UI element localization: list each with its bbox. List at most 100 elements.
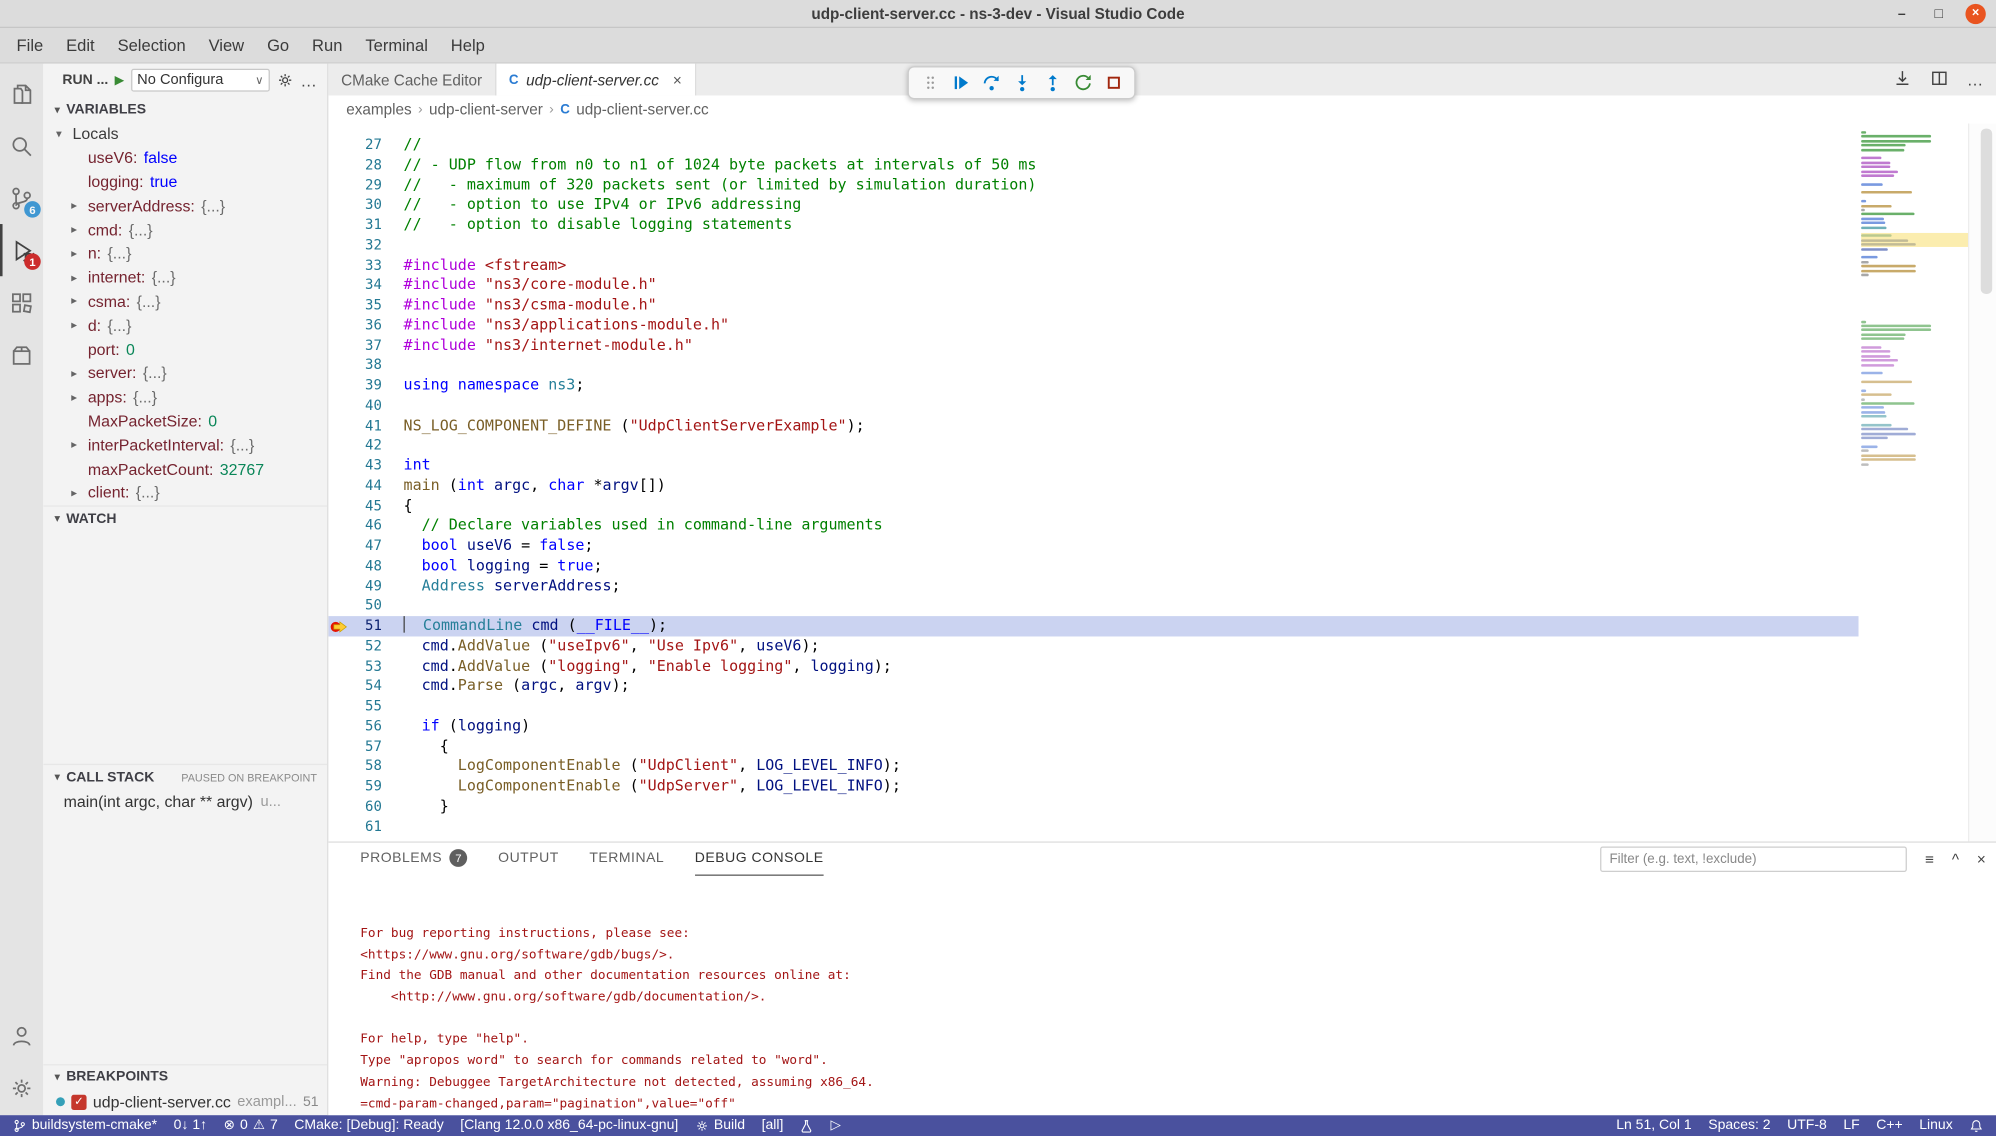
gutter-glyph[interactable] (328, 175, 351, 195)
code-line[interactable]: 52 cmd.AddValue ("useIpv6", "Use Ipv6", … (328, 636, 1858, 656)
gutter-glyph[interactable] (328, 155, 351, 175)
step-over-button[interactable] (978, 69, 1005, 96)
minimize-button[interactable]: – (1892, 4, 1912, 24)
close-panel-icon[interactable]: × (1977, 850, 1986, 868)
drag-handle-icon[interactable] (917, 69, 944, 96)
menu-edit[interactable]: Edit (55, 32, 106, 59)
breadcrumb-item[interactable]: udp-client-server.cc (576, 101, 708, 119)
code-line[interactable]: 59 LogComponentEnable ("UdpServer", LOG_… (328, 777, 1858, 797)
breadcrumb[interactable]: examples › udp-client-server › C udp-cli… (328, 95, 1996, 123)
breakpoint-row[interactable]: ✓ udp-client-server.cc exampl... 51 (43, 1089, 327, 1114)
gutter-glyph[interactable] (328, 396, 351, 416)
gutter-glyph[interactable] (328, 736, 351, 756)
variable-row[interactable]: useV6:false (43, 146, 327, 170)
tab-output[interactable]: OUTPUT (498, 842, 559, 875)
settings-gear-icon[interactable] (0, 1062, 43, 1114)
step-into-button[interactable] (1008, 69, 1035, 96)
start-debug-icon[interactable]: ▶ (115, 73, 125, 87)
call-stack-section-header[interactable]: ▾ CALL STACK PAUSED ON BREAKPOINT (43, 764, 327, 789)
maximize-panel-icon[interactable]: ^ (1952, 850, 1959, 868)
gutter-glyph[interactable] (328, 636, 351, 656)
minimap[interactable] (1861, 131, 1968, 841)
variable-row[interactable]: ▸csma:{...} (43, 290, 327, 314)
menu-go[interactable]: Go (256, 32, 301, 59)
code-line[interactable]: 42 (328, 436, 1858, 456)
tab-terminal[interactable]: TERMINAL (589, 842, 664, 875)
code-line[interactable]: 40 (328, 396, 1858, 416)
menu-run[interactable]: Run (301, 32, 354, 59)
close-tab-icon[interactable]: × (673, 71, 682, 89)
code-line[interactable]: 49 Address serverAddress; (328, 576, 1858, 596)
gutter-glyph[interactable] (328, 215, 351, 235)
cmake-target-status[interactable]: [all] (762, 1118, 784, 1133)
current-line-breakpoint-icon[interactable] (328, 616, 351, 636)
gutter-glyph[interactable] (328, 376, 351, 396)
continue-button[interactable] (947, 69, 974, 96)
breakpoints-section-header[interactable]: ▾ BREAKPOINTS (43, 1064, 327, 1089)
code-line[interactable]: 37#include "ns3/internet-module.h" (328, 335, 1858, 355)
variable-row[interactable]: ▸d:{...} (43, 314, 327, 338)
eol-status[interactable]: LF (1843, 1118, 1859, 1133)
variable-row[interactable]: port:0 (43, 338, 327, 362)
stop-button[interactable] (1100, 69, 1127, 96)
code-line[interactable]: 31// - option to disable logging stateme… (328, 215, 1858, 235)
variable-row[interactable]: ▸serverAddress:{...} (43, 194, 327, 218)
test-flask-icon[interactable] (800, 1118, 814, 1132)
code-line[interactable]: 46 // Declare variables used in command-… (328, 516, 1858, 536)
step-out-button[interactable] (1039, 69, 1066, 96)
code-line[interactable]: 43int (328, 456, 1858, 476)
split-editor-icon[interactable] (1930, 68, 1949, 91)
cmake-view-icon[interactable] (0, 328, 43, 380)
gutter-glyph[interactable] (328, 676, 351, 696)
variable-row[interactable]: MaxPacketSize:0 (43, 409, 327, 433)
code-line[interactable]: 50 (328, 596, 1858, 616)
problems-status[interactable]: ⊗ 0 ⚠ 7 (224, 1118, 278, 1133)
gutter-glyph[interactable] (328, 235, 351, 255)
code-line[interactable]: 54 cmd.Parse (argc, argv); (328, 676, 1858, 696)
clear-console-icon[interactable]: ≡ (1925, 850, 1934, 868)
code-line[interactable]: 30// - option to use IPv4 or IPv6 addres… (328, 195, 1858, 215)
code-line[interactable]: 38 (328, 355, 1858, 375)
code-line[interactable]: 32 (328, 235, 1858, 255)
code-line[interactable]: 41NS_LOG_COMPONENT_DEFINE ("UdpClientSer… (328, 416, 1858, 436)
menu-help[interactable]: Help (439, 32, 496, 59)
scrollbar-thumb[interactable] (1981, 129, 1992, 294)
variable-row[interactable]: ▸apps:{...} (43, 385, 327, 409)
code-editor[interactable]: 27//28// - UDP flow from n0 to n1 of 102… (328, 123, 1996, 840)
extensions-icon[interactable] (0, 276, 43, 328)
gutter-glyph[interactable] (328, 195, 351, 215)
more-actions-icon[interactable]: … (300, 71, 317, 90)
encoding-status[interactable]: UTF-8 (1787, 1118, 1827, 1133)
indentation-status[interactable]: Spaces: 2 (1708, 1118, 1770, 1133)
os-status[interactable]: Linux (1919, 1118, 1952, 1133)
gutter-glyph[interactable] (328, 335, 351, 355)
maximize-button[interactable]: □ (1929, 4, 1949, 24)
source-control-icon[interactable]: 6 (0, 172, 43, 224)
gutter-glyph[interactable] (328, 135, 351, 155)
console-filter-input[interactable] (1601, 846, 1908, 871)
code-line[interactable]: 29// - maximum of 320 packets sent (or l… (328, 175, 1858, 195)
tab-udp-client-server[interactable]: C udp-client-server.cc × (496, 64, 696, 96)
variable-row[interactable]: ▸cmd:{...} (43, 218, 327, 242)
debug-console-output[interactable]: For bug reporting instructions, please s… (328, 875, 1996, 1116)
tab-cmake-cache-editor[interactable]: CMake Cache Editor (328, 64, 496, 96)
menu-terminal[interactable]: Terminal (354, 32, 439, 59)
debug-gear-icon[interactable] (276, 71, 294, 89)
gutter-glyph[interactable] (328, 576, 351, 596)
title-bar[interactable]: udp-client-server.cc - ns-3-dev - Visual… (0, 0, 1996, 28)
tab-debug-console[interactable]: DEBUG CONSOLE (695, 842, 824, 875)
cmake-kit-status[interactable]: [Clang 12.0.0 x86_64-pc-linux-gnu] (460, 1118, 678, 1133)
gutter-glyph[interactable] (328, 656, 351, 676)
language-mode-status[interactable]: C++ (1876, 1118, 1902, 1133)
gutter-glyph[interactable] (328, 355, 351, 375)
gutter-glyph[interactable] (328, 255, 351, 275)
variable-row[interactable]: ▸server:{...} (43, 361, 327, 385)
editor-scrollbar[interactable] (1968, 123, 1996, 840)
code-line[interactable]: 48 bool logging = true; (328, 556, 1858, 576)
code-line[interactable]: 28// - UDP flow from n0 to n1 of 1024 by… (328, 155, 1858, 175)
git-branch-status[interactable]: buildsystem-cmake* (13, 1118, 157, 1133)
menu-view[interactable]: View (197, 32, 255, 59)
gutter-glyph[interactable] (328, 756, 351, 776)
code-line[interactable]: 35#include "ns3/csma-module.h" (328, 295, 1858, 315)
cmake-build-button[interactable]: Build (695, 1118, 745, 1133)
